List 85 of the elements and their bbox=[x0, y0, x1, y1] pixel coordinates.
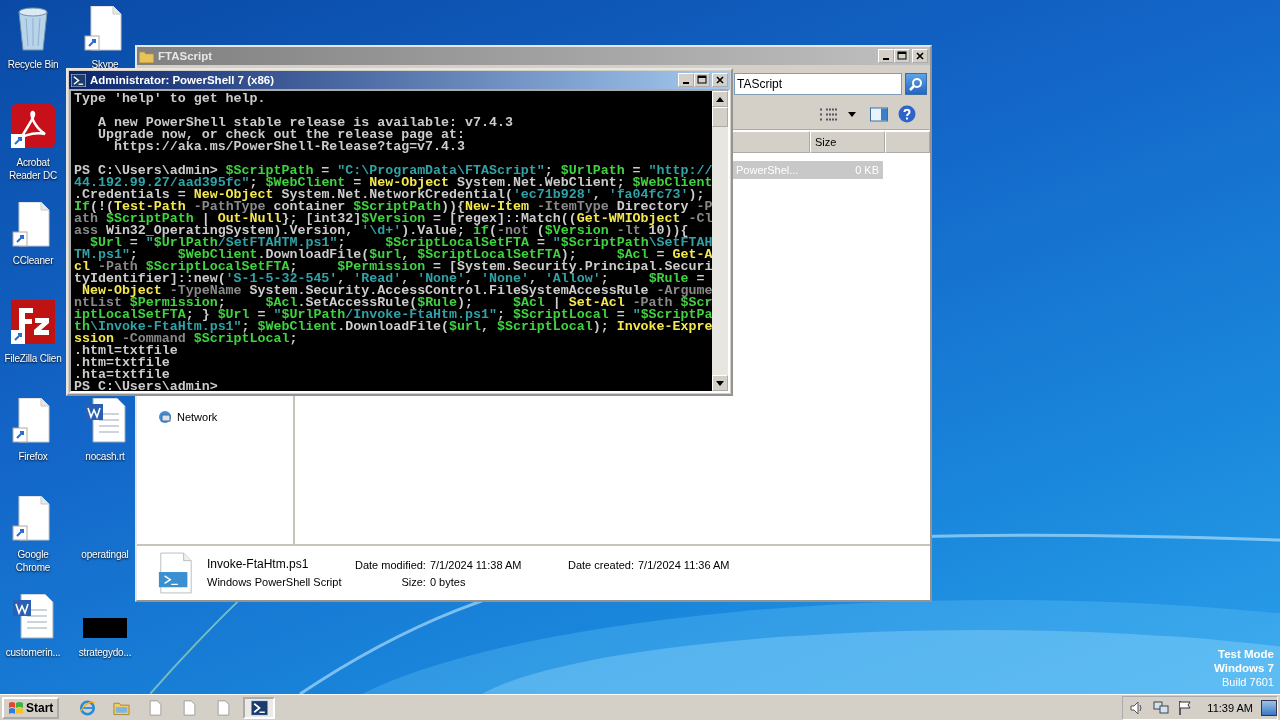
help-icon[interactable] bbox=[898, 105, 916, 123]
console-line: cl -Path $ScriptLocalSetFTA; $Permission = [System.Security.Principal.Securi bbox=[74, 261, 712, 273]
console-line: New-Object -TypeName System.Security.AccessControl.FileSystemAccessRule -Argume bbox=[81, 285, 712, 297]
detail-label: Date modified: bbox=[355, 558, 426, 571]
powershell-file-icon bbox=[157, 552, 195, 594]
search-icon bbox=[909, 77, 923, 91]
system-info-text: Test Mode bbox=[1218, 647, 1274, 661]
address-field[interactable]: TAScript bbox=[734, 73, 902, 95]
console-line: If(!(Test-Path -PathType container $ScriptPath)){New-Item -ItemType Directory -P bbox=[74, 201, 712, 213]
detail-value: 7/1/2024 11:38 AM bbox=[429, 558, 523, 571]
word-document-icon[interactable] bbox=[83, 398, 127, 444]
maximize-icon bbox=[697, 75, 707, 85]
column-header[interactable]: Size bbox=[810, 131, 885, 153]
desktop-icon-label[interactable]: CCleaner bbox=[12, 254, 54, 267]
console-line: tyIdentifier]::new('S-1-5-32-545', 'Read', 'None', 'None', 'Allow'; $Rule = bbox=[74, 273, 705, 285]
console-line: .html=txtfile bbox=[74, 345, 179, 357]
file-type: Windows PowerShell Script bbox=[207, 575, 343, 589]
window-title: Administrator: PowerShell 7 (x86) bbox=[90, 74, 276, 86]
scroll-down-icon[interactable] bbox=[716, 380, 724, 386]
console-line: PS C:\Users\admin> $ScriptPath = "C:\ProgramData\FTAScript"; $UrlPath = "http:// bbox=[74, 165, 712, 177]
maximize-button[interactable] bbox=[694, 73, 710, 87]
file-name: Invoke-FtaHtm.ps1 bbox=[207, 557, 310, 571]
console-line: .Credentials = New-Object System.Net.NetworkCredential('ec71b928', 'fa04fc73'); bbox=[74, 189, 705, 201]
maximize-icon bbox=[897, 51, 907, 61]
view-list-icon[interactable] bbox=[820, 106, 838, 122]
dropdown-caret-icon[interactable] bbox=[848, 111, 856, 117]
console-line: .hta=txtfile bbox=[74, 369, 170, 381]
clock[interactable]: 11:39 AM bbox=[1207, 701, 1253, 714]
minimize-icon bbox=[883, 58, 889, 60]
console-line: ath $ScriptPath | Out-Null}; [int32]$Version = [regex]::Match((Get-WMIObject -Cl bbox=[74, 213, 712, 225]
desktop-icon-label[interactable]: customerin... bbox=[5, 646, 61, 659]
desktop-icon-label[interactable]: Recycle Bin bbox=[7, 58, 59, 71]
preview-pane-icon[interactable] bbox=[870, 106, 888, 122]
console-line: PS C:\Users\admin> bbox=[74, 381, 219, 391]
console-line: .htm=txtfile bbox=[74, 357, 171, 369]
powershell-icon bbox=[71, 73, 86, 87]
scroll-up-icon[interactable] bbox=[716, 96, 724, 102]
window-title: FTAScript bbox=[158, 50, 214, 62]
console-line: Type 'help' to get help. bbox=[74, 93, 267, 105]
console-line: iptLocalSetFTA; } $Url = "$UrlPath/Invoke-FtaHtm.ps1"; $ScriptLocal = "$ScriptPa bbox=[74, 309, 712, 321]
scrollbar[interactable] bbox=[712, 91, 728, 391]
scrollbar-thumb[interactable] bbox=[712, 107, 728, 127]
flag-icon[interactable] bbox=[1177, 699, 1194, 716]
network-icon[interactable] bbox=[1153, 699, 1170, 716]
desktop-icon-label[interactable]: nocash.rt bbox=[85, 450, 125, 463]
detail-label: Size: bbox=[400, 575, 426, 588]
close-icon bbox=[715, 75, 725, 85]
powershell-icon bbox=[250, 699, 268, 716]
desktop-icon-label[interactable]: Firefox bbox=[18, 450, 48, 463]
console-line: ntList $Permission; $Acl.SetAccessRule($Rule); $Acl | Set-Acl -Path $Scr bbox=[74, 297, 712, 309]
search-button[interactable] bbox=[905, 73, 927, 95]
desktop-icon-label[interactable]: FileZilla Clien bbox=[4, 352, 62, 365]
console-line: $Url = "$UrlPath/SetFTAHTM.ps1"; $ScriptLocalSetFTA = "$ScriptPath\SetFTAH bbox=[89, 237, 712, 249]
console-line: ass Win32_OperatingSystem).Version, '\d+').Value; if(-not ($Version -lt 10)){ bbox=[74, 225, 689, 237]
word-document-icon[interactable] bbox=[11, 594, 55, 640]
detail-label: Date created: bbox=[567, 558, 634, 571]
minimize-icon bbox=[683, 82, 689, 84]
acrobat-icon[interactable] bbox=[11, 104, 55, 150]
desktop-icon-label[interactable]: strategydo... bbox=[78, 646, 132, 659]
minimize-button[interactable] bbox=[678, 73, 694, 87]
filezilla-icon[interactable] bbox=[11, 300, 55, 346]
detail-value: 7/1/2024 11:36 AM bbox=[638, 558, 730, 571]
network-icon[interactable] bbox=[157, 409, 173, 425]
desktop-icon-label[interactable]: Acrobat Reader DC bbox=[1, 156, 65, 182]
console-line: Upgrade now, or check out the release page at: bbox=[96, 129, 466, 141]
folder-icon bbox=[139, 49, 154, 63]
close-button[interactable] bbox=[712, 73, 728, 87]
console-line: TM.ps1"; $WebClient.DownloadFile($url, $ScriptLocalSetFTA); $Acl = Get-A bbox=[74, 249, 712, 261]
console-line: A new PowerShell stable release is available: v7.4.3 bbox=[96, 117, 514, 129]
console-line: https://aka.ms/PowerShell-Release?tag=v7.4.3 bbox=[113, 141, 466, 153]
console-line: 44.192.99.27/aad395fc"; $WebClient = New-Object System.Net.WebClient; $WebClient bbox=[74, 177, 712, 189]
close-icon bbox=[915, 51, 925, 61]
windows-logo-icon bbox=[8, 700, 24, 715]
console-line: th\Invoke-FtaHtm.ps1"; $WebClient.DownloadFile($url, $ScriptLocal); Invoke-Expre bbox=[74, 321, 712, 333]
desktop-icon-label[interactable]: operatingal bbox=[81, 548, 129, 561]
start-button[interactable]: Start bbox=[2, 696, 60, 719]
powershell-button[interactable] bbox=[243, 696, 276, 719]
detail-value: 0 bytes bbox=[429, 575, 467, 588]
system-info-text: Windows 7 bbox=[1214, 661, 1274, 675]
console-line: ssion -Command $ScriptLocal; bbox=[74, 333, 298, 345]
desktop-icon-label[interactable]: Google Chrome bbox=[1, 548, 65, 574]
system-info-text: Build 7601 bbox=[1222, 675, 1274, 689]
nav-item[interactable]: Network bbox=[177, 411, 218, 423]
show-desktop-button[interactable] bbox=[1261, 699, 1277, 716]
browser-icon bbox=[78, 699, 96, 716]
